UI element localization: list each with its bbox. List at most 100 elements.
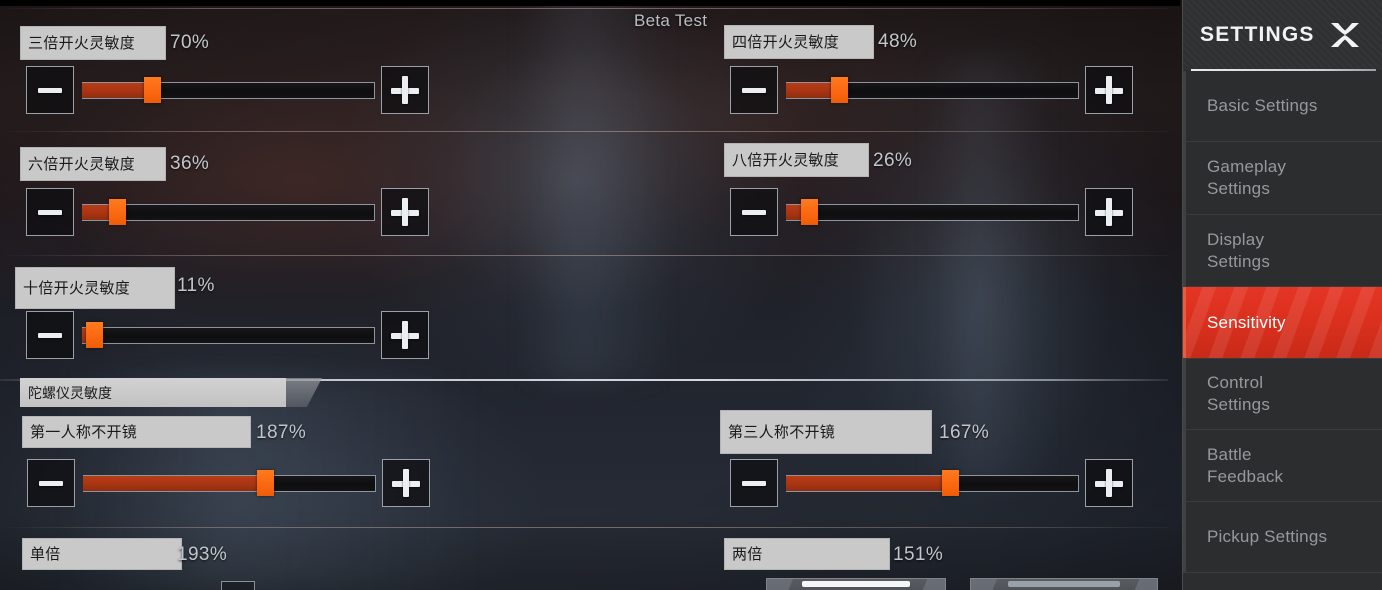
bottom-tab-left[interactable] <box>766 578 946 590</box>
decrease-button-5[interactable] <box>27 459 75 507</box>
decrease-button-3[interactable] <box>730 188 778 236</box>
setting-label-2: 六倍开火灵敏度 <box>20 147 166 181</box>
sidebar-menu: Basic Settings Gameplay Settings Display… <box>1183 71 1382 590</box>
slider-1[interactable] <box>786 77 1079 103</box>
slider-thumb[interactable] <box>109 199 127 225</box>
slider-2[interactable] <box>82 199 375 225</box>
slider-0[interactable] <box>82 77 375 103</box>
slider-track <box>82 327 375 344</box>
sidebar-item-pickup-settings[interactable]: Pickup Settings <box>1183 502 1382 573</box>
increase-button-6[interactable] <box>1085 459 1133 507</box>
slider-track <box>786 204 1079 221</box>
sidebar-item-display-settings[interactable]: Display Settings <box>1183 215 1382 287</box>
minus-icon <box>742 87 766 93</box>
slider-thumb[interactable] <box>942 470 960 496</box>
sidebar-item-sensitivity[interactable]: Sensitivity <box>1183 287 1382 359</box>
section-header-wedge <box>286 378 322 407</box>
tab-active-indicator <box>802 581 910 587</box>
sidebar-item-label: Gameplay Settings <box>1207 157 1287 198</box>
plus-icon <box>391 321 419 349</box>
settings-sidebar: SETTINGS Basic Settings Gameplay Setting… <box>1182 0 1382 590</box>
sidebar-item-gameplay-settings[interactable]: Gameplay Settings <box>1183 142 1382 215</box>
decrease-button-0[interactable] <box>26 66 74 114</box>
plus-icon <box>1095 76 1123 104</box>
row-divider <box>0 8 1168 9</box>
sidebar-item-battle-feedback[interactable]: Battle Feedback <box>1183 430 1382 502</box>
setting-value-1: 48% <box>878 31 918 52</box>
setting-label-4: 十倍开火灵敏度 <box>15 267 175 309</box>
sidebar-item-label: Display Settings <box>1207 229 1271 271</box>
tab-wedge-right <box>1131 579 1157 590</box>
setting-value-8: 151% <box>893 544 944 565</box>
decrease-button-6[interactable] <box>730 459 778 507</box>
tab-wedge-right <box>919 579 945 590</box>
slider-4[interactable] <box>82 322 375 348</box>
setting-label-3: 八倍开火灵敏度 <box>724 143 869 177</box>
beta-test-watermark: Beta Test <box>634 11 708 30</box>
row-divider <box>0 255 1168 256</box>
sidebar-item-label: Control Settings <box>1207 373 1271 414</box>
close-x-icon[interactable] <box>1328 20 1362 50</box>
increase-button-3[interactable] <box>1085 188 1133 236</box>
minus-icon <box>742 209 766 215</box>
sidebar-item-label: Sensitivity <box>1207 312 1286 332</box>
increase-button-4[interactable] <box>381 311 429 359</box>
plus-icon <box>391 198 419 226</box>
decrease-button-2[interactable] <box>26 188 74 236</box>
minus-icon <box>38 209 62 215</box>
setting-value-5: 187% <box>256 422 307 443</box>
close-x-icon-svg <box>1330 23 1359 47</box>
row-divider <box>0 131 1168 132</box>
setting-label-6: 第三人称不开镜 <box>720 410 932 454</box>
increase-button-2[interactable] <box>381 188 429 236</box>
slider-3[interactable] <box>786 199 1079 225</box>
row-divider <box>0 527 1168 528</box>
slider-thumb[interactable] <box>144 77 162 103</box>
setting-label-5: 第一人称不开镜 <box>22 416 251 448</box>
tab-wedge-left <box>767 579 793 590</box>
setting-label-7: 单倍 <box>22 538 182 570</box>
slider-thumb[interactable] <box>85 322 103 348</box>
slider-thumb[interactable] <box>801 199 819 225</box>
sidebar-header: SETTINGS <box>1183 0 1382 71</box>
decrease-button-7[interactable] <box>221 581 255 590</box>
sidebar-item-label: Battle Feedback <box>1207 444 1284 486</box>
setting-value-4: 11% <box>177 275 215 296</box>
slider-thumb[interactable] <box>830 77 848 103</box>
setting-value-0: 70% <box>170 32 210 53</box>
setting-value-7: 193% <box>177 544 228 565</box>
sidebar-title: SETTINGS <box>1200 23 1315 46</box>
minus-icon <box>39 480 63 486</box>
slider-6[interactable] <box>786 470 1079 496</box>
slider-5[interactable] <box>83 470 376 496</box>
setting-label-1: 四倍开火灵敏度 <box>724 25 874 59</box>
sidebar-item-label: Pickup Settings <box>1207 527 1328 547</box>
sensitivity-settings-panel: Beta Test 三倍开火灵敏度 70% 四倍开火灵敏度 48% 六倍开火灵敏… <box>0 0 1182 590</box>
tab-wedge-left <box>971 579 997 590</box>
slider-fill <box>83 476 265 491</box>
tab-inactive-indicator <box>1008 581 1120 587</box>
minus-icon <box>38 332 62 338</box>
slider-fill <box>82 83 153 98</box>
plus-icon <box>392 469 420 497</box>
increase-button-0[interactable] <box>381 66 429 114</box>
increase-button-5[interactable] <box>382 459 430 507</box>
slider-fill <box>786 476 951 491</box>
minus-icon <box>742 480 766 486</box>
sidebar-item-control-settings[interactable]: Control Settings <box>1183 359 1382 430</box>
minus-icon <box>38 87 62 93</box>
sidebar-item-basic-settings[interactable]: Basic Settings <box>1183 71 1382 142</box>
decrease-button-1[interactable] <box>730 66 778 114</box>
bottom-tab-right[interactable] <box>970 578 1158 590</box>
sidebar-item-label: Basic Settings <box>1207 96 1318 116</box>
setting-value-6: 167% <box>939 422 990 443</box>
setting-label-8: 两倍 <box>724 538 890 570</box>
setting-label-0: 三倍开火灵敏度 <box>20 26 166 60</box>
setting-value-3: 26% <box>873 150 913 171</box>
increase-button-1[interactable] <box>1085 66 1133 114</box>
decrease-button-4[interactable] <box>26 311 74 359</box>
plus-icon <box>1095 198 1123 226</box>
setting-value-2: 36% <box>170 153 210 174</box>
plus-icon <box>391 76 419 104</box>
slider-thumb[interactable] <box>256 470 274 496</box>
